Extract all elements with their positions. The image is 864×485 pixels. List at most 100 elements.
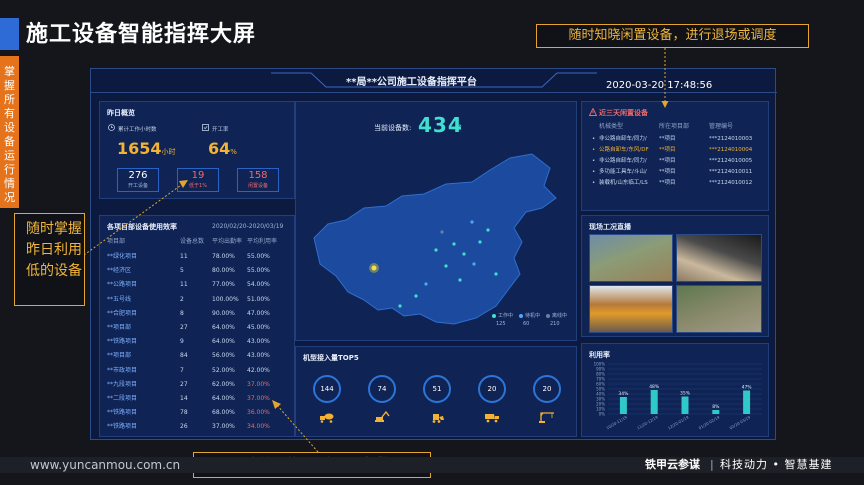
list-cell: ***2124010003	[709, 136, 753, 142]
list-cell: ***2124010012	[709, 180, 753, 186]
table-cell: 43.00%	[247, 352, 270, 360]
list-cell: ***2124010011	[709, 169, 753, 175]
table-cell: 45.00%	[247, 324, 270, 331]
machine-count-circle[interactable]: 20	[533, 375, 561, 403]
table-cell: 27	[180, 380, 188, 388]
table-cell: 8	[180, 309, 184, 317]
list-cell: **项目	[659, 158, 676, 164]
table-row[interactable]: **公路项目 11 77.00% 54.00%	[107, 278, 293, 291]
table-cell: 68.00%	[212, 409, 235, 417]
table-cell: 54.00%	[247, 281, 270, 289]
list-item[interactable]: • 装载机/山东临工/LS **项目 ***2124010012	[591, 178, 767, 188]
live-video-title: 现场工况直播	[589, 223, 631, 231]
idle-devices-panel: 近三天闲置设备 机械类型 所在项目部 管理编号 • 非公路自卸车/同力/**项目 *…	[581, 101, 769, 211]
list-cell: 公路自卸车/东风/DF	[599, 147, 649, 153]
table-cell: 62.00%	[212, 380, 235, 388]
bar[interactable]	[681, 396, 689, 415]
idle-devices-title: 近三天闲置设备	[599, 109, 648, 117]
header-cell: 管理编号	[709, 123, 734, 130]
work-hours-value: 1654小时	[117, 139, 176, 158]
table-cell: **合肥项目	[107, 309, 138, 317]
table-cell: 100.00%	[212, 295, 239, 303]
table-cell: 64.00%	[212, 395, 235, 402]
list-cell: 非公路自卸车/同力/	[599, 136, 647, 142]
header-cell: 平均出勤率	[212, 238, 243, 245]
callout-arrow-icon	[84, 180, 188, 256]
legend-dot-icon	[492, 314, 496, 318]
live-camera-feed[interactable]	[589, 285, 673, 333]
overview-title: 昨日概览	[107, 109, 135, 117]
table-row[interactable]: **铁路项目 9 64.00% 43.00%	[107, 335, 293, 348]
table-cell: 55.00%	[247, 267, 270, 275]
table-row[interactable]: **二段项目 14 64.00% 37.00%	[107, 392, 293, 405]
table-row[interactable]: **经济区 5 80.00% 55.00%	[107, 264, 293, 277]
table-cell: **铁路项目	[107, 409, 138, 417]
idle-table-header: 机械类型 所在项目部 管理编号	[591, 122, 767, 132]
machine-count-circle[interactable]: 20	[478, 375, 506, 403]
table-cell: 37.00%	[247, 395, 270, 402]
legend-value: 60	[523, 321, 530, 327]
list-cell: **项目	[659, 169, 676, 175]
table-cell: 80.00%	[212, 267, 235, 275]
bar[interactable]	[619, 397, 627, 414]
china-map[interactable]	[304, 146, 572, 340]
x-tick-label: 01/20-02/19	[698, 414, 721, 430]
table-row[interactable]: **铁路项目 78 68.00% 36.00%	[107, 406, 293, 419]
table-row[interactable]: **铁路项目 26 37.00% 34.00%	[107, 420, 293, 433]
table-row[interactable]: **九段项目 27 62.00% 37.00%	[107, 378, 293, 391]
x-tick-label: 11/20-12/19	[636, 414, 659, 430]
bullet-icon: •	[592, 136, 596, 142]
table-cell: 90.00%	[212, 309, 235, 317]
table-cell: 55.00%	[247, 253, 270, 260]
table-cell: 36.00%	[247, 409, 270, 417]
list-cell: **项目	[659, 180, 676, 186]
idle-devices-box[interactable]: 158 闲置设备	[237, 168, 279, 192]
bar[interactable]	[650, 390, 658, 414]
warning-icon	[589, 108, 597, 116]
live-camera-feed[interactable]	[589, 234, 673, 282]
table-cell: 56.00%	[212, 352, 235, 360]
bullet-icon: •	[592, 147, 596, 153]
start-rate-value: 64%	[208, 139, 237, 158]
machine-top5-title: 机型接入量TOP5	[303, 354, 359, 362]
legend-label: 离线中	[552, 313, 568, 319]
callout-arrow-icon	[661, 48, 669, 108]
list-item[interactable]: • 公路自卸车/东风/DF **项目 ***2124010004	[591, 145, 767, 155]
machine-count-circle[interactable]: 74	[368, 375, 396, 403]
table-row[interactable]: **市政项目 7 52.00% 42.00%	[107, 364, 293, 377]
table-cell: 37.00%	[247, 380, 270, 388]
table-cell: 64.00%	[212, 338, 235, 346]
list-item[interactable]: • 非公路自卸车/同力/ **项目 ***2124010003	[591, 134, 767, 144]
device-count-unit: 台	[455, 123, 462, 131]
date-range: 2020/02/20-2020/03/19	[212, 223, 284, 230]
list-cell: 非公路自卸车/同力/	[599, 158, 647, 164]
utilization-chart[interactable]: 100%90%80%70%60%50%40%30%20%10%0%34%10/2…	[586, 358, 766, 436]
table-row[interactable]: **项目部 84 56.00% 43.00%	[107, 349, 293, 362]
table-row[interactable]: **合肥项目 8 90.00% 47.00%	[107, 307, 293, 320]
callout-arrow-icon	[272, 400, 319, 453]
side-tab-label: 掌握所有设备运行情况	[0, 56, 19, 208]
list-item[interactable]: • 非公路自卸车/同力/ **项目 ***2124010005	[591, 156, 767, 166]
table-cell: 64.00%	[212, 324, 235, 331]
bar[interactable]	[743, 390, 751, 415]
table-cell: 52.00%	[212, 366, 235, 374]
footer-url[interactable]: www.yuncanmou.com.cn	[30, 457, 180, 473]
table-cell: **九段项目	[107, 380, 138, 388]
legend-value: 210	[550, 321, 560, 327]
dump-truck-icon	[485, 414, 499, 423]
machine-count-circle[interactable]: 51	[423, 375, 451, 403]
x-tick-label: 10/20-11/19	[605, 414, 628, 430]
table-cell: **市政项目	[107, 366, 138, 374]
list-cell: ***2124010004	[709, 147, 753, 153]
platform-header: **局**公司施工设备指挥平台 2020-03-20 17:48:56	[91, 69, 777, 93]
bar[interactable]	[712, 410, 720, 414]
live-camera-feed[interactable]	[676, 234, 762, 282]
footer-slogan: 科技动力 • 智慧基建	[720, 458, 833, 471]
table-cell: 2	[180, 295, 184, 303]
table-row[interactable]: **五号线 2 100.00% 51.00%	[107, 293, 293, 306]
bullet-icon: •	[592, 169, 596, 175]
bar-value-label: 35%	[680, 391, 691, 397]
live-camera-feed[interactable]	[676, 285, 762, 333]
table-row[interactable]: **项目部 27 64.00% 45.00%	[107, 321, 293, 334]
list-item[interactable]: • 多功能工具车/斗山/ **项目 ***2124010011	[591, 167, 767, 177]
